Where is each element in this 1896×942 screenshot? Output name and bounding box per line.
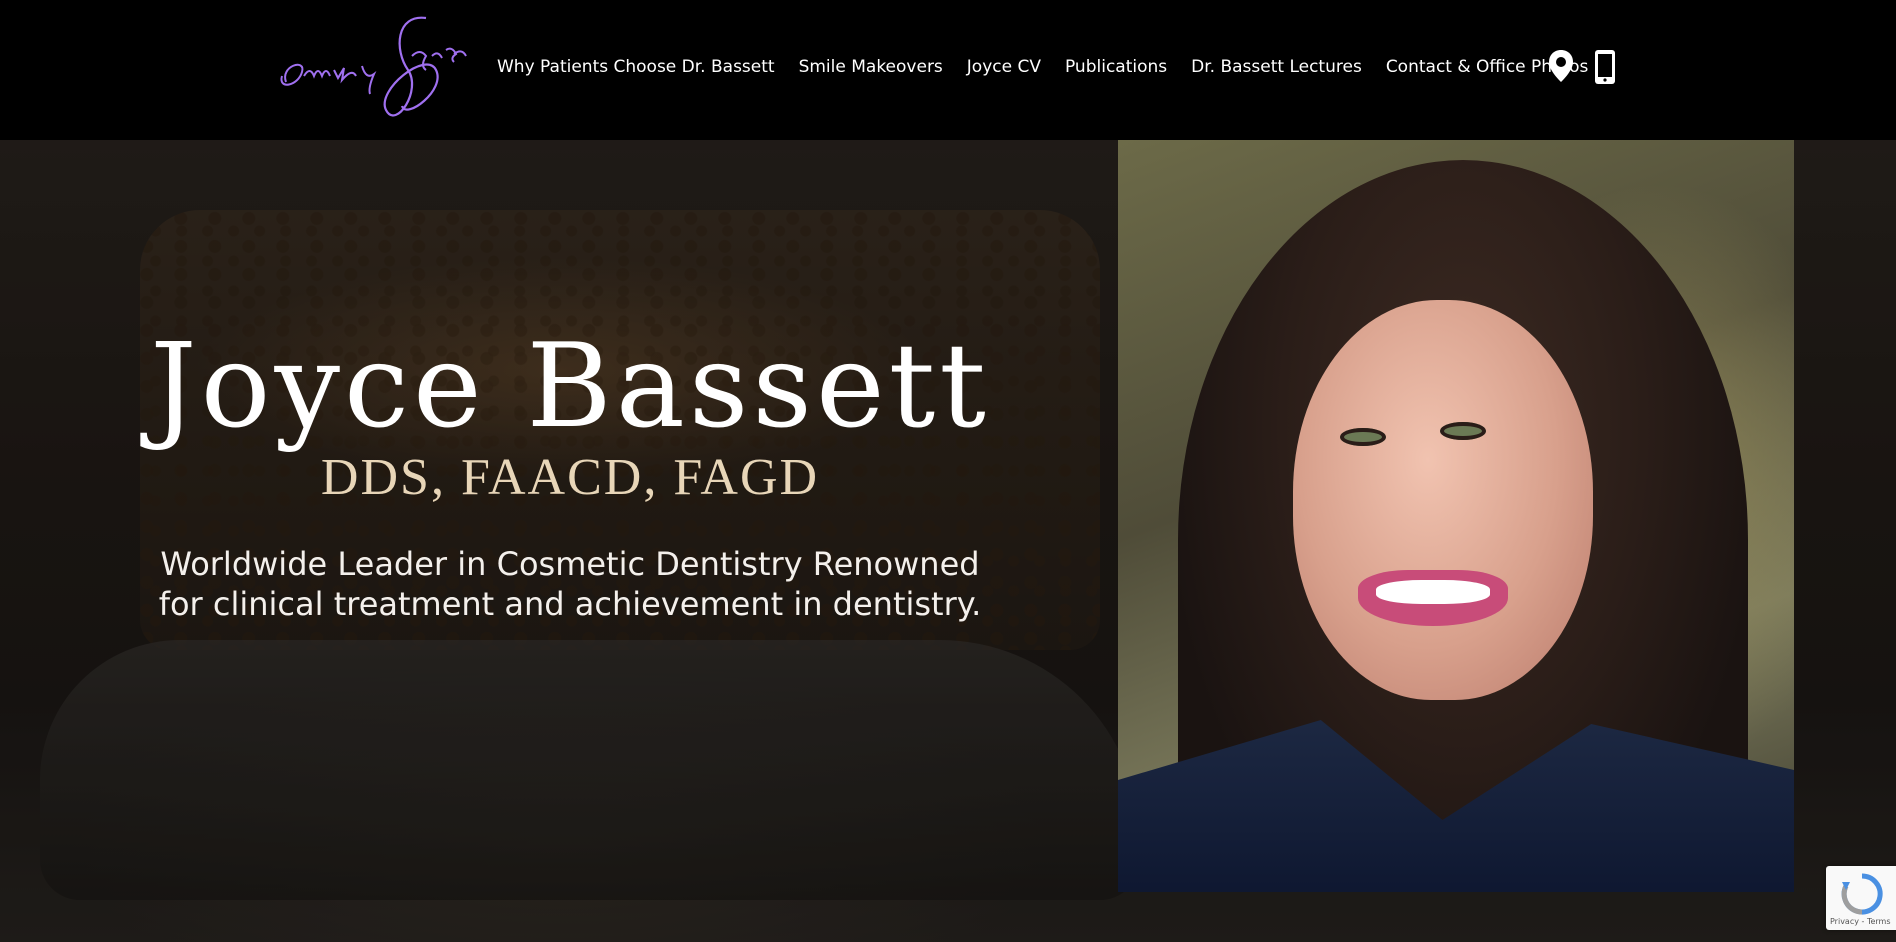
hero-tagline: Worldwide Leader in Cosmetic Dentistry R…	[100, 544, 1040, 624]
map-pin-icon[interactable]	[1548, 49, 1574, 88]
recaptcha-icon	[1841, 873, 1883, 915]
portrait-photo	[1118, 140, 1794, 892]
hero-tagline-line2: for clinical treatment and achievement i…	[158, 585, 982, 623]
hero-name: Joyce Bassett	[150, 319, 990, 454]
hero-tagline-line1: Worldwide Leader in Cosmetic Dentistry R…	[160, 545, 980, 583]
nav-why-patients-choose[interactable]: Why Patients Choose Dr. Bassett	[497, 57, 775, 77]
nav-joyce-cv[interactable]: Joyce CV	[967, 57, 1041, 77]
hero-credentials: DDS, FAACD, FAGD	[320, 449, 820, 506]
smiles-by-joyce-logo[interactable]	[276, 10, 472, 126]
mobile-phone-icon[interactable]	[1594, 49, 1616, 90]
nav-publications[interactable]: Publications	[1065, 57, 1167, 77]
recaptcha-links[interactable]: Privacy - Terms	[1830, 917, 1891, 926]
site-header: Why Patients Choose Dr. Bassett Smile Ma…	[0, 0, 1896, 140]
nav-smile-makeovers[interactable]: Smile Makeovers	[799, 57, 943, 77]
nav-dr-bassett-lectures[interactable]: Dr. Bassett Lectures	[1191, 57, 1362, 77]
main-menu: Why Patients Choose Dr. Bassett Smile Ma…	[497, 52, 1600, 82]
recaptcha-badge[interactable]: Privacy - Terms	[1826, 866, 1896, 930]
hero-banner: Joyce Bassett DDS, FAACD, FAGD Worldwide…	[0, 140, 1896, 942]
